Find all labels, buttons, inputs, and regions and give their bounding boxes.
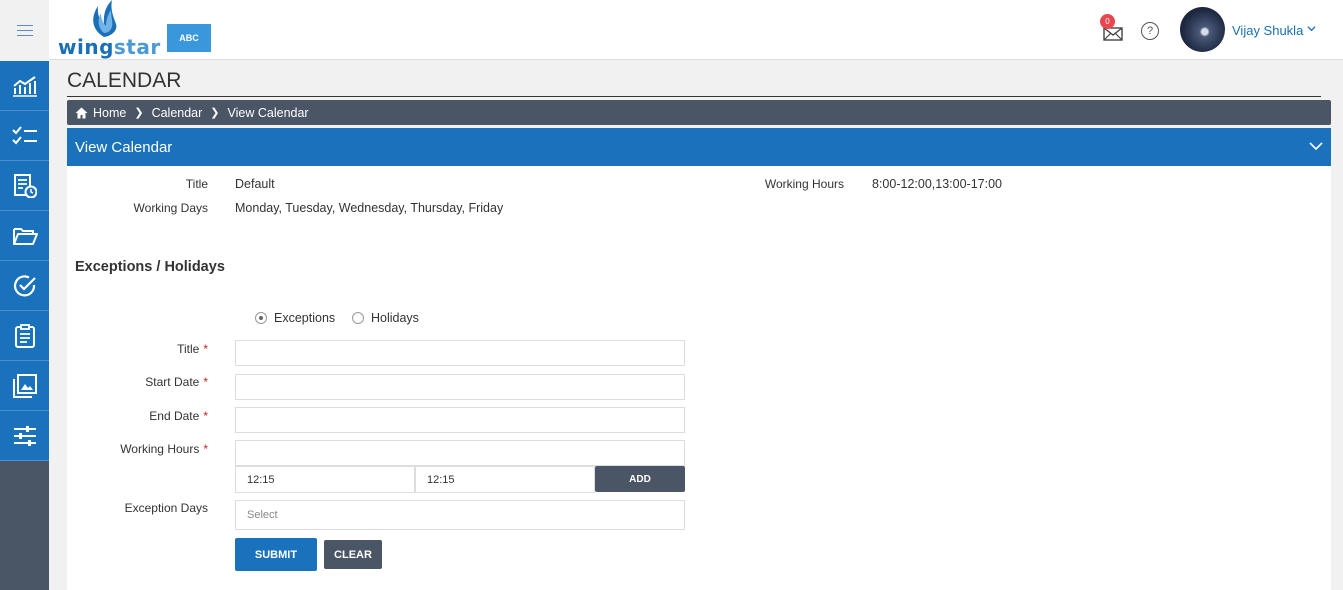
check-circle-icon [13,274,36,296]
working-hours-label: Working Hours [764,177,844,191]
sidebar-item-settings[interactable] [0,411,49,461]
logo-wordmark: wingstar [58,35,161,59]
clear-button[interactable]: CLEAR [324,540,382,569]
start-date-input[interactable] [235,374,685,400]
working-hours-input[interactable] [235,440,685,466]
help-button[interactable]: ? [1141,22,1159,40]
image-gallery-icon [12,373,37,398]
submit-button[interactable]: SUBMIT [235,538,317,571]
sidebar-item-reports[interactable] [0,161,49,211]
end-date-label: End Date * [149,409,208,423]
radio-exceptions-label: Exceptions [274,311,336,325]
brand-logo[interactable]: wingstar [56,0,160,60]
breadcrumb: Home ❯ Calendar ❯ View Calendar [67,100,1331,125]
title-value: Default [235,177,275,191]
chevron-right-icon: ❯ [134,107,144,119]
wing-flame-icon [93,0,117,37]
sliders-icon [13,425,36,446]
chevron-down-icon[interactable] [1309,139,1323,153]
radio-unselected-icon [352,312,364,324]
start-date-label: Start Date * [145,375,208,389]
folder-open-icon [12,227,38,245]
sidebar-item-gallery[interactable] [0,361,49,411]
exceptions-section-title: Exceptions / Holidays [75,259,225,275]
sidebar-item-approvals[interactable] [0,261,49,311]
time-to-input[interactable]: 12:15 [415,466,595,493]
chevron-right-icon: ❯ [210,107,220,119]
menu-toggle-button[interactable] [0,0,49,60]
working-hours-value: 8:00-12:00,13:00-17:00 [872,177,1002,191]
title-divider [67,96,1321,97]
sidebar-item-tasks[interactable] [0,111,49,161]
analytics-chart-icon [12,75,37,97]
user-avatar[interactable] [1180,7,1225,52]
time-from-input[interactable]: 12:15 [235,466,415,493]
organization-button[interactable]: ABC [167,24,211,52]
clipboard-icon [14,323,35,348]
end-date-input[interactable] [235,407,685,433]
working-days-label: Working Days [133,201,208,215]
sidebar-item-documents[interactable] [0,211,49,261]
add-time-button[interactable]: ADD [595,466,685,492]
breadcrumb-current: View Calendar [227,105,309,120]
radio-exceptions[interactable]: Exceptions [255,311,335,325]
exception-days-select[interactable]: Select [235,500,685,530]
sidebar-item-analytics[interactable] [0,61,49,111]
breadcrumb-calendar-link[interactable]: Calendar [152,106,203,120]
sidebar [0,61,49,590]
exception-working-hours-label: Working Hours * [120,442,208,456]
radio-holidays[interactable]: Holidays [352,311,419,325]
user-name[interactable]: Vijay Shukla [1232,23,1303,38]
panel-title: View Calendar [75,138,173,156]
exception-title-label: Title * [177,342,208,356]
exception-title-input[interactable] [235,340,685,366]
hamburger-icon [16,29,33,31]
notifications-button[interactable]: 0 [1100,14,1125,43]
exception-days-label: Exception Days [124,501,208,515]
sidebar-item-forms[interactable] [0,311,49,361]
panel-header[interactable]: View Calendar [67,128,1331,166]
chevron-down-icon[interactable] [1307,24,1316,36]
notification-count-badge: 0 [1100,14,1115,29]
top-bar: wingstar ABC 0 ? Vijay Shukla [0,0,1343,60]
radio-holidays-label: Holidays [371,311,419,325]
report-clock-icon [13,173,37,198]
breadcrumb-home-link[interactable]: Home [93,106,126,120]
working-days-value: Monday, Tuesday, Wednesday, Thursday, Fr… [235,201,504,215]
home-icon [75,107,88,118]
checklist-icon [11,125,37,144]
radio-selected-icon [255,312,267,324]
title-label: Title [185,177,208,191]
page-title: CALENDAR [67,69,182,92]
